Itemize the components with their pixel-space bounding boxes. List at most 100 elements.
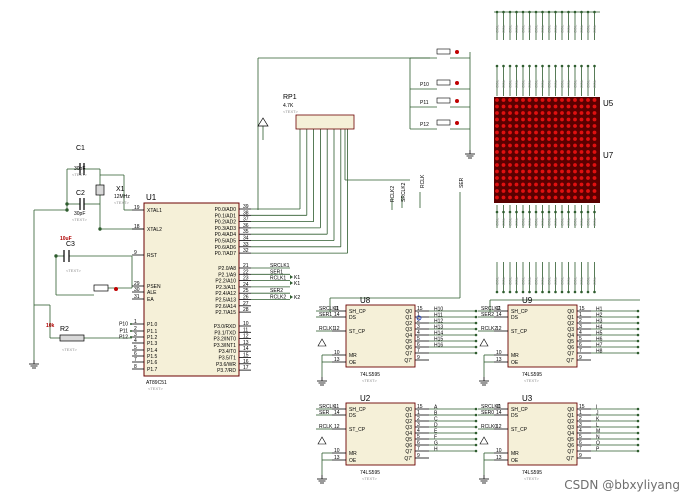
mcu-pin-name: P1.0 [147, 322, 158, 328]
svg-text:COL: COL [566, 24, 571, 33]
c3-ref: C3 [66, 241, 75, 248]
mcu-pin-num: 24 [243, 282, 249, 288]
svg-text:10: 10 [496, 448, 502, 454]
svg-text:DS: DS [511, 413, 519, 419]
svg-text:RCLK0: RCLK0 [481, 424, 497, 430]
led-matrix: U5 U7 [494, 97, 614, 203]
net-label-srclk2: SRCLK2 [401, 182, 407, 202]
mcu-pin-num: 33 [243, 242, 249, 248]
net-label-rclk: RCLK [420, 174, 426, 188]
svg-text:RCLK: RCLK [319, 424, 333, 430]
svg-text:SER: SER [319, 410, 330, 416]
svg-text:COL: COL [521, 276, 526, 285]
svg-text:9: 9 [579, 355, 582, 361]
mcu-pin-num: 25 [243, 288, 249, 294]
mcu-pin-num: 28 [243, 307, 249, 313]
svg-text:ST_CP: ST_CP [349, 329, 366, 335]
svg-text:14: 14 [496, 312, 502, 318]
mcu-pin-name: P2.5/A13 [215, 298, 236, 304]
capacitor-c1[interactable]: C1 30pF <TEXT> [72, 145, 88, 177]
svg-text:10: 10 [334, 448, 340, 454]
mcu-right-pins: 39 P0.0/AD0 38 P0.1/AD1 37 P0.2/AD2 36 P0.3/AD3… [213, 204, 251, 374]
p2-net-labels: SRCLK1SER1RCLK1SER2RCLK2K1K1K2 [270, 263, 300, 301]
button-indicator [455, 81, 459, 85]
svg-text:COL: COL [534, 79, 539, 88]
svg-text:COL: COL [521, 217, 526, 226]
crystal-x1[interactable]: X1 12MHz <TEXT> [95, 184, 130, 205]
p2-net-label: SER2 [270, 288, 283, 294]
svg-text:COL: COL [514, 276, 519, 285]
c3-tag: <TEXT> [66, 268, 82, 273]
svg-text:COL: COL [540, 217, 545, 226]
push-button[interactable] [436, 48, 451, 55]
push-button[interactable] [436, 119, 451, 126]
svg-text:COL: COL [560, 24, 565, 33]
svg-text:COL: COL [573, 24, 578, 33]
svg-text:Q7': Q7' [566, 456, 574, 462]
svg-text:COL: COL [521, 79, 526, 88]
mcu-pin-num: 34 [243, 236, 249, 242]
mcu-u1[interactable]: U1 AT89C51 <TEXT> 19 XTAL118 XTAL29 RST29 PS… [132, 193, 251, 391]
svg-text:H8: H8 [596, 349, 603, 355]
mcu-pin-num: 31 [134, 294, 140, 300]
svg-text:ST_CP: ST_CP [511, 329, 528, 335]
svg-text:U9: U9 [522, 296, 533, 305]
svg-text:Q7: Q7 [405, 449, 412, 455]
mcu-pin-num: 36 [243, 223, 249, 229]
svg-text:COL: COL [501, 276, 506, 285]
svg-text:U2: U2 [360, 394, 371, 403]
schematic-canvas: C1 30pF <TEXT> C2 30pF <TEXT> X1 12MHz <… [29, 10, 640, 484]
watermark: CSDN @bbxyliyang [564, 478, 680, 492]
svg-text:Q7': Q7' [404, 456, 412, 462]
key-net-label: K1 [294, 281, 300, 287]
resistor-pack-rp1[interactable]: RP1 4.7K <TEXT> [283, 94, 355, 130]
svg-text:COL: COL [566, 276, 571, 285]
push-button[interactable] [436, 97, 451, 104]
resistor-r2[interactable]: R2 10k <TEXT> [46, 323, 85, 352]
shift-register-u3[interactable]: U374LS595<TEXT>11 SH_CP14 DS12 ST_CP10 MR13 O… [479, 394, 640, 481]
svg-text:COL: COL [508, 24, 513, 33]
button-label: P12 [420, 122, 429, 128]
svg-text:14: 14 [334, 410, 340, 416]
c1-ref: C1 [76, 145, 85, 152]
mcu-pin-name: P2.2/A10 [215, 279, 236, 285]
mcu-pin-num: 13 [243, 340, 249, 346]
svg-text:COL: COL [592, 276, 597, 285]
capacitor-c3[interactable]: 10uF C3 <TEXT> [60, 236, 82, 273]
shift-register-u2[interactable]: U274LS595<TEXT>11 SH_CP14 DS12 ST_CP10 MR13 O… [317, 394, 478, 481]
svg-text:14: 14 [334, 312, 340, 318]
svg-text:9: 9 [579, 453, 582, 459]
shift-register-u8[interactable]: U874LS595<TEXT>11 SH_CP14 DS12 ST_CP10 MR13 O… [317, 296, 478, 383]
svg-text:COL: COL [540, 79, 545, 88]
capacitor-c2[interactable]: C2 30pF <TEXT> [72, 190, 88, 222]
svg-text:RCLK1: RCLK1 [319, 326, 335, 332]
svg-text:COL: COL [586, 276, 591, 285]
svg-text:COL: COL [534, 276, 539, 285]
mcu-tag: <TEXT> [148, 386, 164, 391]
button-label: P10 [420, 82, 429, 88]
svg-text:COL: COL [553, 276, 558, 285]
mcu-pin-num: 37 [243, 217, 249, 223]
reset-button[interactable] [93, 284, 118, 292]
net-label-ser: SER [459, 177, 465, 188]
svg-text:MR: MR [511, 353, 519, 359]
mcu-pin-num: 21 [243, 263, 249, 269]
svg-text:COL: COL [495, 217, 500, 226]
svg-text:COL: COL [534, 217, 539, 226]
svg-text:COL: COL [527, 79, 532, 88]
push-button[interactable] [436, 79, 451, 86]
x1-ref: X1 [116, 186, 125, 193]
mcu-pin-name: XTAL1 [147, 208, 162, 214]
svg-text:COL: COL [560, 276, 565, 285]
svg-text:COL: COL [514, 79, 519, 88]
svg-text:<TEXT>: <TEXT> [362, 378, 378, 383]
mcu-pin-name: P0.6/AD6 [215, 245, 237, 251]
svg-text:COL: COL [527, 24, 532, 33]
mcu-pin-name: P2.0/A8 [218, 266, 236, 272]
svg-text:COL: COL [592, 79, 597, 88]
shift-register-u9[interactable]: U974LS595<TEXT>11 SH_CP14 DS12 ST_CP10 MR13 O… [479, 296, 640, 383]
svg-text:COL: COL [573, 276, 578, 285]
svg-text:COL: COL [540, 276, 545, 285]
svg-text:RCLK2: RCLK2 [481, 326, 497, 332]
svg-text:13: 13 [496, 455, 502, 461]
